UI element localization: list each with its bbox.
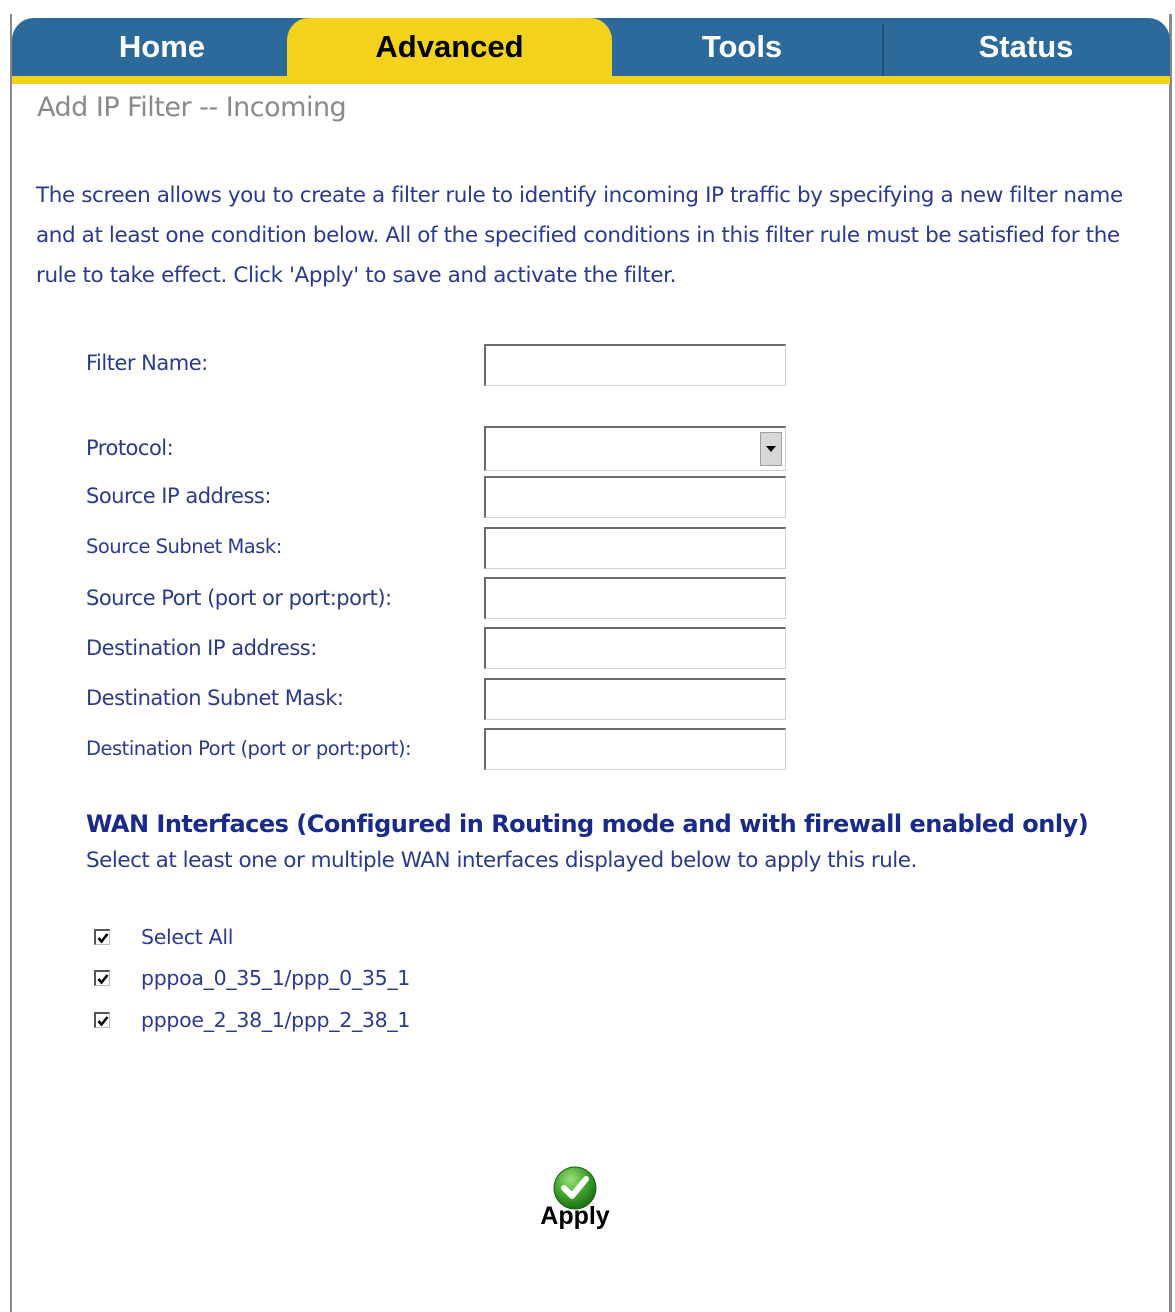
source-ip-input[interactable]: [484, 476, 786, 518]
dest-ip-label: Destination IP address:: [86, 636, 317, 660]
chevron-down-icon[interactable]: [760, 432, 782, 466]
source-mask-label: Source Subnet Mask:: [86, 535, 282, 558]
source-mask-input[interactable]: [484, 527, 786, 569]
select-all-label: Select All: [141, 925, 234, 949]
nav-underline: [12, 76, 1170, 84]
wan-pppoa-label: pppoa_0_35_1/ppp_0_35_1: [141, 966, 411, 990]
wan-interfaces-heading: WAN Interfaces (Configured in Routing mo…: [86, 810, 1089, 838]
source-ip-label: Source IP address:: [86, 484, 271, 508]
main-nav: Home Tools Status Advanced: [12, 18, 1170, 76]
select-all-row[interactable]: Select All: [94, 923, 233, 951]
wan-option-pppoa[interactable]: pppoa_0_35_1/ppp_0_35_1: [94, 964, 410, 992]
dest-port-input[interactable]: [484, 728, 786, 770]
protocol-select[interactable]: [484, 426, 786, 471]
dest-mask-label: Destination Subnet Mask:: [86, 686, 344, 710]
dest-port-label: Destination Port (port or port:port):: [86, 737, 412, 760]
checkmark-icon: [97, 932, 109, 944]
tab-advanced[interactable]: Advanced: [287, 18, 612, 76]
dest-mask-input[interactable]: [484, 678, 786, 720]
page-description: The screen allows you to create a filter…: [36, 183, 1123, 288]
wan-pppoe-checkbox[interactable]: [94, 1012, 110, 1028]
protocol-label: Protocol:: [86, 436, 174, 460]
apply-label: Apply: [540, 1202, 610, 1230]
source-port-input[interactable]: [484, 577, 786, 619]
dest-ip-input[interactable]: [484, 627, 786, 669]
select-all-checkbox[interactable]: [94, 929, 110, 945]
filter-name-input[interactable]: [484, 344, 786, 386]
wan-option-pppoe[interactable]: pppoe_2_38_1/ppp_2_38_1: [94, 1006, 410, 1034]
wan-pppoe-label: pppoe_2_38_1/ppp_2_38_1: [141, 1008, 411, 1032]
tab-status[interactable]: Status: [882, 18, 1170, 76]
wan-interfaces-subtext: Select at least one or multiple WAN inte…: [86, 848, 917, 873]
page-title: Add IP Filter -- Incoming: [37, 92, 347, 123]
apply-button[interactable]: Apply: [538, 1166, 612, 1238]
tab-home[interactable]: Home: [12, 18, 312, 76]
tab-tools[interactable]: Tools: [602, 18, 882, 76]
source-port-label: Source Port (port or port:port):: [86, 586, 392, 610]
wan-pppoa-checkbox[interactable]: [94, 970, 110, 986]
filter-name-label: Filter Name:: [86, 351, 208, 375]
checkmark-icon: [97, 973, 109, 985]
checkmark-icon: [97, 1015, 109, 1027]
